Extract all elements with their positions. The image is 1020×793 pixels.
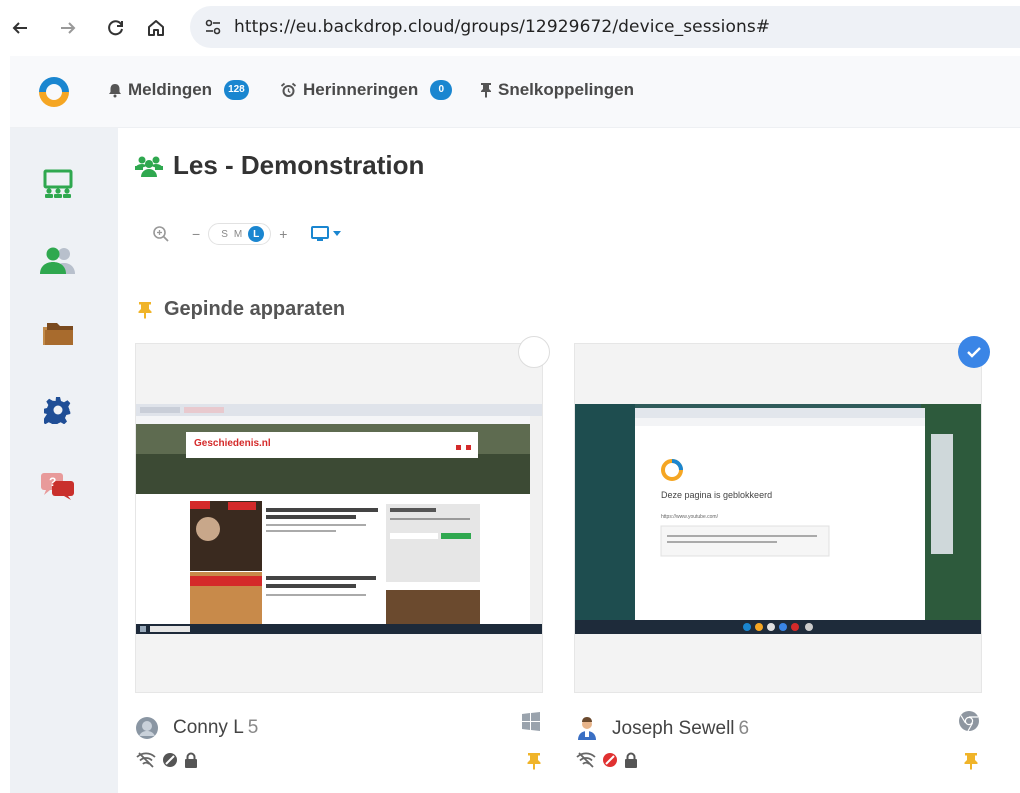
users-icon [40,247,75,274]
sidebar-item-users[interactable] [38,240,78,280]
site-settings-icon[interactable] [204,18,222,36]
device-screenshot[interactable]: Deze pagina is geblokkeerd https://www.y… [575,404,981,634]
notifications-button[interactable]: Meldingen 128 [108,80,249,100]
sidebar: ? [10,128,118,793]
blocked-icon [163,753,177,767]
classroom-icon [43,169,73,198]
device-card[interactable]: Geschiedenis.nl [135,343,543,693]
device-status-icons [136,752,198,768]
lock-icon [185,752,197,768]
reminders-label: Herinneringen [303,80,419,99]
alarm-clock-icon [280,82,297,97]
pinned-devices-title: Gepinde apparaten [164,298,346,320]
wifi-off-icon [576,752,596,768]
sidebar-item-classroom[interactable] [38,164,78,204]
display-mode-dropdown[interactable] [311,226,342,242]
lock-icon [625,752,637,768]
size-option-l[interactable]: L [248,226,265,242]
blocked-url-text: https://www.youtube.com/ [661,514,719,520]
device-screenshot[interactable]: Geschiedenis.nl [136,404,542,634]
device-owner[interactable]: Joseph Sewell 6 [576,716,749,742]
chevron-down-icon [333,231,342,236]
size-selector[interactable]: S M L [208,223,272,245]
windows-icon [522,712,540,731]
zoom-in-button[interactable]: + [279,226,287,242]
shortcuts-label: Snelkoppelingen [498,80,635,99]
device-owner-name: Conny L [173,717,244,738]
forward-arrow-icon[interactable] [56,14,80,42]
reload-icon[interactable] [104,14,128,42]
device-card[interactable]: Deze pagina is geblokkeerd https://www.y… [574,343,982,693]
avatar [578,717,596,740]
site-logo-text: Geschiedenis.nl [194,438,271,449]
app-logo-icon[interactable] [36,74,72,110]
monitor-icon [311,226,330,241]
device-count: 6 [738,718,750,739]
select-device-checkbox[interactable] [518,336,550,368]
address-bar[interactable]: https://eu.backdrop.cloud/groups/1292967… [190,6,1020,48]
shortcuts-button[interactable]: Snelkoppelingen [480,80,634,100]
size-option-s[interactable]: S [221,229,228,240]
device-count: 5 [247,717,259,738]
avatar [136,717,158,739]
sidebar-item-help[interactable]: ? [38,466,78,506]
page-title-text: Les - Demonstration [173,150,425,180]
blocked-icon [603,753,617,767]
svg-text:?: ? [49,475,56,489]
group-icon [135,156,163,177]
sidebar-item-settings[interactable] [38,390,78,430]
help-chat-icon: ? [41,473,74,500]
notifications-badge: 128 [224,80,249,100]
device-status-icons [576,752,638,768]
size-option-m[interactable]: M [234,229,242,240]
reminders-badge: 0 [430,80,453,100]
bell-icon [109,83,121,97]
device-owner-name: Joseph Sewell [612,718,735,739]
home-icon[interactable] [144,14,168,42]
url-text: https://eu.backdrop.cloud/groups/1292967… [234,17,771,37]
pin-icon [138,301,152,319]
pin-icon [481,83,491,98]
sidebar-item-files[interactable] [38,314,78,354]
chrome-icon [959,711,979,732]
gear-icon [44,397,71,424]
pinned-devices-heading: Gepinde apparaten [138,298,345,321]
back-arrow-icon[interactable] [8,14,32,42]
browser-bar: https://eu.backdrop.cloud/groups/1292967… [0,0,1020,55]
zoom-icon [153,226,169,242]
view-toolbar: − S M L + [152,222,342,246]
wifi-off-icon [136,752,156,768]
check-icon [967,347,981,358]
blocked-page-text: Deze pagina is geblokkeerd [661,490,772,500]
device-owner[interactable]: Conny L5 [135,716,258,740]
reminders-button[interactable]: Herinneringen 0 [280,80,453,100]
app-header: Meldingen 128 Herinneringen 0 Snelkoppel… [10,56,1020,128]
notifications-label: Meldingen [128,80,213,99]
folder-icon [43,323,73,345]
pin-icon[interactable] [527,752,541,770]
device-selected-checkbox[interactable] [958,336,990,368]
zoom-out-button[interactable]: − [192,226,200,242]
page-title: Les - Demonstration [135,150,424,181]
pin-icon[interactable] [964,752,978,770]
